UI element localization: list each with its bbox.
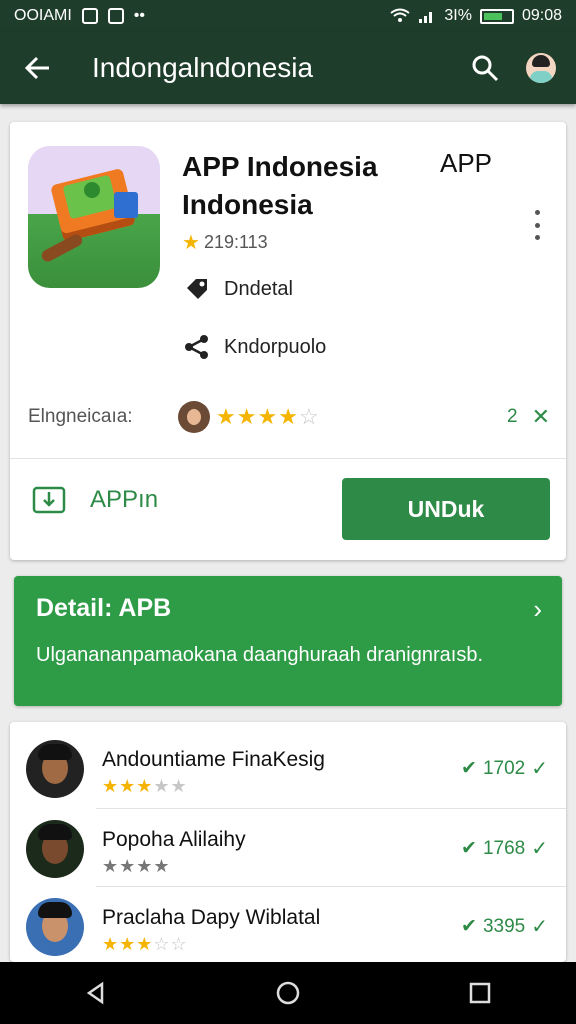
battery-percent: 3I% [444,7,472,24]
signal-icon [419,12,433,23]
app-card: APP Indonesia Indonesia APP ★ 219:113 Dn… [10,122,566,560]
rating-stars[interactable]: ★ ★ ★ ★ ☆ [216,404,320,430]
status-bar: OOIAMI •• 3I% 09:08 [0,0,576,32]
thumb-icon: ✔ [461,916,477,937]
reviews-list: Andountiame FinaKesig ★★★★★ ✔ 1702 ✓ Pop… [10,722,566,962]
install-button[interactable]: UNDuk [342,478,550,540]
more-notifications-icon: •• [133,7,145,24]
review-stars: ★★★☆☆ [102,934,188,954]
nav-home-icon[interactable] [258,963,318,1023]
meta-label-share: Kndorpuolo [224,335,327,358]
review-item[interactable]: Popoha Alilaihy ★★★★ ✔ 1768 ✓ [10,806,566,882]
check-icon[interactable]: ✓ [531,914,548,939]
share-icon [182,332,212,362]
reviewer-avatar [26,740,84,798]
tag-icon [182,274,212,304]
nav-recents-icon[interactable] [450,963,510,1023]
close-icon[interactable]: ✕ [532,404,550,430]
review-stars: ★★★★ [102,856,171,876]
review-item[interactable]: Praclaha Dapy Wiblatal ★★★☆☆ ✔ 3395 ✓ [10,884,566,960]
reviewer-avatar [26,820,84,878]
battery-icon [479,8,514,24]
more-options-icon[interactable] [530,210,544,240]
check-icon[interactable]: ✓ [531,836,548,861]
meta-label-developer: Dndetal [224,277,293,300]
app-bar-title: Indongalndonesia [92,52,314,83]
thumb-icon: ✔ [461,758,477,779]
search-icon[interactable] [468,51,502,85]
meta-row-developer[interactable]: Dndetal [182,274,293,304]
reviewer-name: Andountiame FinaKesig [102,748,325,771]
system-nav-bar [0,962,576,1024]
wifi-icon [390,8,410,22]
status-time: 09:08 [521,7,562,24]
nav-back-icon[interactable] [66,963,126,1023]
review-item[interactable]: Andountiame FinaKesig ★★★★★ ✔ 1702 ✓ [10,726,566,802]
review-value: ✔ 3395 ✓ [461,914,548,939]
reviewer-name: Popoha Alilaihy [102,828,246,851]
profile-avatar-icon[interactable] [526,53,556,83]
check-icon[interactable]: ✓ [531,756,548,781]
review-value-text: 1768 [482,837,526,859]
review-value-text: 1702 [482,757,526,779]
app-title: APP Indonesia Indonesia [182,151,378,220]
divider [10,458,566,459]
status-left: OOIAMI •• [0,7,145,25]
reviewer-name: Praclaha Dapy Wiblatal [102,906,321,929]
app-icon [28,146,160,288]
star-icon: ★ [182,232,200,254]
user-avatar [178,401,210,433]
rating-count: 2 [506,406,518,427]
review-value-text: 3395 [482,915,526,937]
chevron-right-icon: › [533,594,542,624]
app-rating-text: 219:113 [203,232,268,252]
notification-icon-2 [107,8,124,24]
back-arrow-icon[interactable] [20,51,54,85]
detail-card[interactable]: Detail: APB › Ulganananpamaokana daanghu… [14,576,562,706]
app-bar: Indongalndonesia [0,32,576,104]
secondary-action[interactable]: APPın [32,484,158,516]
notification-icon [81,8,98,24]
user-rating-row: Elngneicaıa: ★ ★ ★ ★ ☆ 2 ✕ [28,400,550,434]
rating-label: Elngneicaıa: [28,406,133,427]
review-value: ✔ 1768 ✓ [461,836,548,861]
status-left-text: OOIAMI [14,7,72,24]
review-stars: ★★★★★ [102,776,188,796]
thumb-icon: ✔ [461,838,477,859]
app-rating: ★ 219:113 [182,230,268,255]
detail-title: Detail: APB [36,594,172,622]
app-download-icon [32,486,66,514]
app-title-secondary: APP [440,148,493,178]
reviewer-avatar [26,898,84,956]
meta-row-share[interactable]: Kndorpuolo [182,332,326,362]
secondary-action-label: APPın [90,486,159,513]
review-value: ✔ 1702 ✓ [461,756,548,781]
status-right: 3I% 09:08 [390,7,576,25]
detail-text: Ulganananpamaokana daanghuraah dranignra… [36,644,484,666]
